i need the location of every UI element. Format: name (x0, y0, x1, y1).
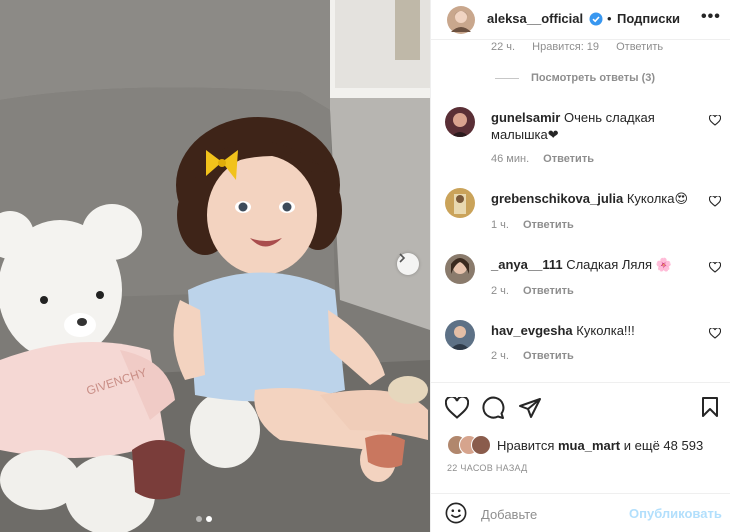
comment-body: hav_evgesha Куколка!!! (491, 322, 701, 339)
commenter-username[interactable]: _anya__111 (491, 257, 563, 272)
author-username[interactable]: aleksa__official (487, 11, 583, 26)
comment-body: _anya__111 Сладкая Ляля 🌸 (491, 256, 701, 273)
post-details-panel: aleksa__official • Подписки ••• 22 ч. Нр… (430, 0, 730, 532)
post-photo[interactable]: GIVENCHY (0, 0, 430, 532)
comment-time: 46 мин. (491, 153, 530, 165)
comment-icon[interactable] (481, 396, 505, 420)
liker-avatar (471, 435, 491, 455)
post-header: aleksa__official • Подписки ••• (431, 0, 730, 40)
reply-button[interactable]: Ответить (523, 285, 574, 297)
replies-divider (495, 77, 519, 79)
previous-comment-meta: 22 ч. Нравится: 19 Ответить (491, 41, 677, 53)
reply-button[interactable]: Ответить (523, 350, 574, 362)
likes-prefix: Нравится (497, 437, 555, 453)
liker-username[interactable]: mua_mart (558, 438, 620, 453)
commenter-username[interactable]: grebenschikova_julia (491, 191, 623, 206)
add-comment-bar: Опубликовать (431, 493, 730, 532)
comment-text: Сладкая Ляля 🌸 (566, 257, 672, 272)
likes-summary[interactable]: Нравится mua_mart и ещё 48 593 (447, 435, 703, 455)
view-replies-button[interactable]: Посмотреть ответы (3) (495, 72, 655, 84)
carousel-dot-active (206, 516, 212, 522)
post-actions: Нравится mua_mart и ещё 48 593 22 ЧАСОВ … (431, 382, 730, 532)
bookmark-icon[interactable] (701, 396, 719, 418)
comment-likes[interactable]: Нравится: 19 (532, 41, 599, 53)
commenter-username[interactable]: hav_evgesha (491, 323, 573, 338)
comment-body: gunelsamir Очень сладкая малышка❤ (491, 109, 701, 143)
comment-body: grebenschikova_julia Куколка😍 (491, 190, 701, 207)
comment-time: 2 ч. (491, 285, 509, 297)
commenter-avatar[interactable] (445, 188, 475, 218)
likes-suffix[interactable]: и ещё 48 593 (624, 438, 703, 453)
comment-time: 2 ч. (491, 350, 509, 362)
comment-meta: 2 ч. Ответить (491, 285, 574, 297)
chevron-right-icon (399, 253, 406, 263)
following-button[interactable]: Подписки (617, 11, 680, 26)
smiley-icon[interactable] (445, 502, 467, 524)
heart-icon[interactable] (445, 397, 469, 419)
reply-button[interactable]: Ответить (523, 219, 574, 231)
view-replies-label: Посмотреть ответы (3) (531, 72, 656, 84)
more-options-icon[interactable]: ••• (701, 8, 721, 26)
header-separator: • (607, 11, 612, 26)
carousel-dot (196, 516, 202, 522)
commenter-avatar[interactable] (445, 254, 475, 284)
carousel-indicator (196, 516, 212, 522)
comment-input[interactable] (481, 504, 621, 524)
publish-button[interactable]: Опубликовать (629, 506, 722, 521)
commenter-avatar[interactable] (445, 107, 475, 137)
comment-meta: 1 ч. Ответить (491, 219, 574, 231)
commenter-username[interactable]: gunelsamir (491, 110, 560, 125)
photo-illustration: GIVENCHY (0, 0, 430, 532)
comment-meta: 2 ч. Ответить (491, 350, 574, 362)
heart-icon[interactable] (709, 196, 721, 207)
post-timestamp: 22 ЧАСОВ НАЗАД (447, 463, 528, 473)
verified-badge-icon (589, 12, 603, 26)
reply-button[interactable]: Ответить (543, 153, 594, 165)
heart-icon[interactable] (709, 115, 721, 126)
comment-meta: 46 мин. Ответить (491, 153, 594, 165)
reply-button[interactable]: Ответить (616, 41, 663, 53)
likers-avatars (447, 435, 497, 455)
comment-text: Куколка😍 (626, 191, 689, 206)
comment-text: Куколка!!! (576, 323, 635, 338)
share-icon[interactable] (518, 396, 542, 420)
heart-icon[interactable] (709, 262, 721, 273)
commenter-avatar[interactable] (445, 320, 475, 350)
comment-time: 1 ч. (491, 219, 509, 231)
comment-time: 22 ч. (491, 41, 516, 53)
comments-list[interactable]: 22 ч. Нравится: 19 Ответить Посмотреть о… (431, 40, 730, 380)
next-photo-button[interactable] (397, 253, 419, 275)
author-avatar[interactable] (447, 6, 475, 34)
heart-icon[interactable] (709, 328, 721, 339)
